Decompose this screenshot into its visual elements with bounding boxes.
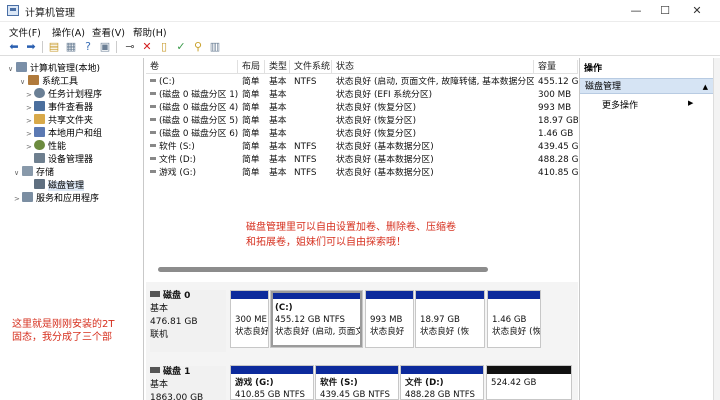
menu-file[interactable]: 文件(F) [9, 25, 41, 39]
forward-arrow-icon[interactable]: ➡ [25, 41, 37, 53]
navigation-tree: ∨ 计算机管理(本地) ∨ 系统工具 > 任务计划程序 > 事件查看器 > 共享文件夹 >… [0, 58, 144, 400]
storage-icon [22, 166, 33, 176]
table-row[interactable]: (磁盘 0 磁盘分区 4) 简单 基本 状态良好 (恢复分区) 993 MB [146, 102, 578, 115]
table-row[interactable]: (磁盘 0 磁盘分区 6) 简单 基本 状态良好 (恢复分区) 1.46 GB [146, 128, 578, 141]
column-header-layout[interactable]: 布局 [238, 60, 265, 74]
maximize-button[interactable]: ☐ [648, 0, 682, 22]
table-row[interactable]: (磁盘 0 磁盘分区 1) 简单 基本 状态良好 (EFI 系统分区) 300 … [146, 89, 578, 102]
volume-icon [150, 79, 156, 82]
connect-icon[interactable]: ⊸ [124, 41, 136, 53]
partition-g[interactable]: 游戏 (G:) 410.85 GB NTFS [230, 365, 314, 400]
menu-bar: 文件(F) 操作(A) 查看(V) 帮助(H) [0, 22, 720, 39]
tree-item-event-viewer[interactable]: > 事件查看器 [26, 101, 93, 114]
table-row[interactable]: (C:) 简单 基本 NTFS 状态良好 (启动, 页面文件, 故障转储, 基本… [146, 76, 578, 89]
properties-icon[interactable]: ▯ [158, 41, 170, 53]
actions-title: 操作 [580, 62, 714, 76]
console-icon[interactable]: ▣ [99, 41, 111, 53]
help-icon[interactable]: ? [82, 41, 94, 53]
disk-icon [150, 291, 160, 297]
clock-icon [34, 88, 45, 98]
close-button[interactable]: ✕ [680, 0, 714, 22]
actions-section-disk-management[interactable]: 磁盘管理 ▲ [580, 78, 714, 94]
tree-item-local-users-groups[interactable]: > 本地用户和组 [26, 127, 102, 140]
partition-recovery-4[interactable]: 993 MB 状态良好 [365, 290, 414, 348]
search-icon[interactable]: ⚲ [192, 41, 204, 53]
tree-item-shared-folders[interactable]: > 共享文件夹 [26, 114, 93, 127]
volume-icon [150, 105, 156, 108]
tree-item-computer-management[interactable]: ∨ 计算机管理(本地) [8, 62, 100, 75]
volume-icon [150, 144, 156, 147]
partition-d[interactable]: 文件 (D:) 488.28 GB NTFS [400, 365, 484, 400]
event-viewer-icon [34, 101, 45, 111]
volume-icon [150, 170, 156, 173]
volume-icon [150, 131, 156, 134]
disk-icon [34, 179, 45, 189]
disk-0-label[interactable]: 磁盘 0 基本 476.81 GB 联机 [150, 290, 226, 352]
tree-item-disk-management[interactable]: 磁盘管理 [26, 179, 85, 192]
tree-annotation: 这里就是刚刚安装的2T 固态，我分成了三个部 [12, 319, 115, 343]
column-header-volume[interactable]: 卷 [146, 60, 238, 74]
table-row[interactable]: (磁盘 0 磁盘分区 5) 简单 基本 状态良好 (恢复分区) 18.97 GB [146, 115, 578, 128]
performance-icon [34, 140, 45, 150]
toolbar: ⬅ ➡ ▤ ▦ ? ▣ ⊸ ✕ ▯ ✓ ⚲ ▥ [0, 39, 720, 56]
volume-icon [150, 118, 156, 121]
device-manager-icon [34, 153, 45, 163]
more-actions[interactable]: 更多操作 ▶ [602, 98, 693, 111]
actions-pane: 操作 磁盘管理 ▲ 更多操作 ▶ [579, 58, 714, 400]
menu-action[interactable]: 操作(A) [52, 25, 85, 39]
layout-icon[interactable]: ▥ [209, 41, 221, 53]
computer-management-icon [7, 5, 19, 16]
toolbar-separator [42, 41, 43, 53]
back-arrow-icon[interactable]: ⬅ [8, 41, 20, 53]
title-bar: 计算机管理 — ☐ ✕ [0, 0, 720, 22]
show-hide-tree-icon[interactable]: ▦ [65, 41, 77, 53]
collapse-icon: ▲ [702, 83, 708, 91]
disk-1-label[interactable]: 磁盘 1 基本 1863.00 GB [150, 366, 226, 400]
partition-unallocated[interactable]: 524.42 GB [486, 365, 572, 400]
horizontal-scrollbar[interactable] [158, 267, 488, 272]
checklist-icon[interactable]: ✓ [175, 41, 187, 53]
column-header-status[interactable]: 状态 [332, 60, 534, 74]
tree-item-system-tools[interactable]: ∨ 系统工具 [20, 75, 78, 88]
table-row[interactable]: 软件 (S:) 简单 基本 NTFS 状态良好 (基本数据分区) 439.45 … [146, 141, 578, 154]
tree-item-performance[interactable]: > 性能 [26, 140, 66, 153]
tools-icon [28, 75, 39, 85]
up-folder-icon[interactable]: ▤ [48, 41, 60, 53]
volume-icon [150, 157, 156, 160]
tree-item-services-applications[interactable]: > 服务和应用程序 [14, 192, 99, 205]
volume-icon [150, 92, 156, 95]
tree-item-device-manager[interactable]: 设备管理器 [26, 153, 93, 166]
tree-item-task-scheduler[interactable]: > 任务计划程序 [26, 88, 102, 101]
partition-c[interactable]: (C:) 455.12 GB NTFS 状态良好 (启动, 页面文 [270, 290, 363, 348]
partition-recovery-5[interactable]: 18.97 GB 状态良好 (恢 [415, 290, 485, 348]
menu-view[interactable]: 查看(V) [92, 25, 125, 39]
computer-icon [16, 62, 27, 72]
tree-item-storage[interactable]: ∨ 存储 [14, 166, 54, 179]
partition-recovery-6[interactable]: 1.46 GB 状态良好 (恢 [487, 290, 541, 348]
delete-icon[interactable]: ✕ [141, 41, 153, 53]
submenu-arrow-icon: ▶ [688, 99, 694, 107]
partition-s[interactable]: 软件 (S:) 439.45 GB NTFS [315, 365, 399, 400]
shared-folder-icon [34, 114, 45, 124]
column-header-capacity[interactable]: 容量 [534, 60, 578, 74]
column-header-filesystem[interactable]: 文件系统 [290, 60, 332, 74]
right-edge-strip [713, 58, 720, 400]
window-title: 计算机管理 [25, 8, 75, 19]
menu-help[interactable]: 帮助(H) [133, 25, 167, 39]
column-header-type[interactable]: 类型 [265, 60, 290, 74]
toolbar-separator [116, 41, 117, 53]
disk-icon [150, 367, 160, 373]
table-row[interactable]: 文件 (D:) 简单 基本 NTFS 状态良好 (基本数据分区) 488.28 … [146, 154, 578, 167]
users-icon [34, 127, 45, 137]
partition-efi[interactable]: 300 ME 状态良好 [230, 290, 269, 348]
table-row[interactable]: 游戏 (G:) 简单 基本 NTFS 状态良好 (基本数据分区) 410.85 … [146, 167, 578, 180]
list-annotation: 磁盘管理里可以自由设置加卷、删除卷、压缩卷 和拓展卷，姐妹们可以自由探索哦！ [246, 222, 456, 248]
services-icon [22, 192, 33, 202]
